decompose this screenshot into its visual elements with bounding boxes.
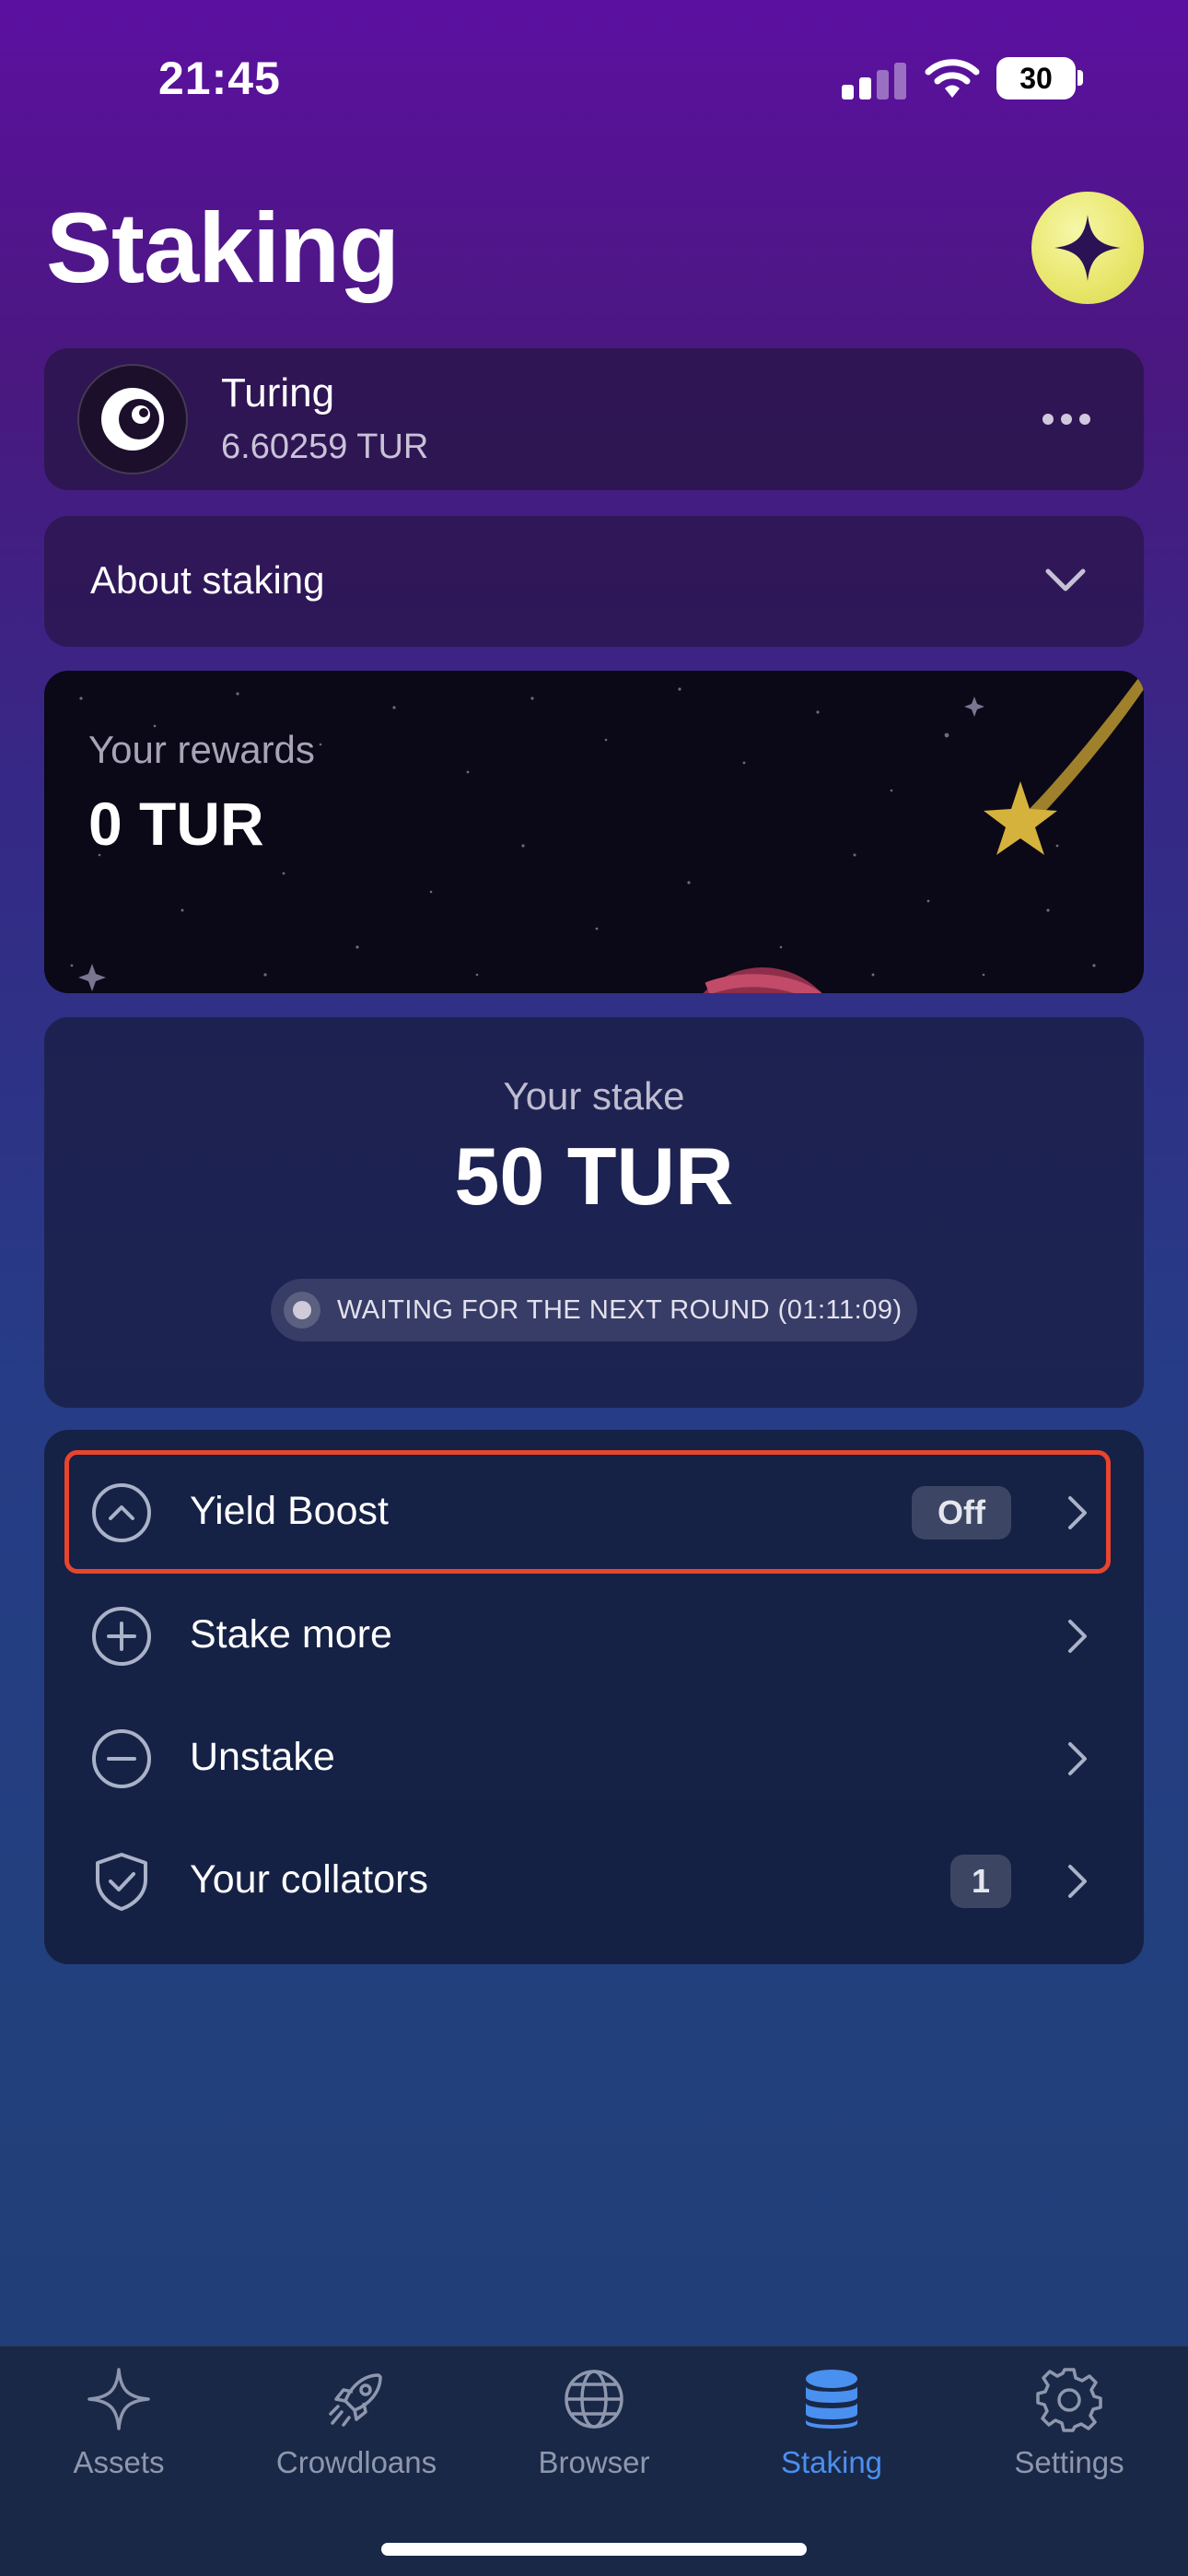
status-time: 21:45: [158, 53, 281, 104]
account-name: Turing: [221, 370, 335, 416]
tab-label: Assets: [73, 2445, 165, 2479]
yield-boost-row[interactable]: Yield Boost Off: [44, 1452, 1144, 1574]
tab-label: Crowdloans: [275, 2445, 437, 2479]
minus-circle-icon: [92, 1729, 151, 1788]
tab-browser[interactable]: Browser: [475, 2359, 713, 2488]
tab-settings[interactable]: Settings: [950, 2359, 1188, 2488]
tab-crowdloans[interactable]: Crowdloans: [238, 2359, 475, 2488]
stake-more-label: Stake more: [190, 1612, 392, 1657]
about-staking-label: About staking: [90, 558, 325, 602]
yield-boost-status-badge: Off: [912, 1486, 1011, 1540]
battery-level: 30: [996, 57, 1076, 100]
account-card[interactable]: [44, 348, 1144, 490]
chevron-right-icon: [1068, 1742, 1087, 1775]
page-title: Staking: [46, 192, 400, 303]
tab-label: Settings: [1014, 2445, 1124, 2479]
stake-more-row[interactable]: Stake more: [44, 1575, 1144, 1697]
collators-count-badge: 1: [950, 1855, 1011, 1908]
sparkle-icon: [1054, 215, 1121, 281]
cellular-signal-icon: [842, 61, 906, 100]
wifi-icon: [925, 57, 980, 100]
unstake-label: Unstake: [190, 1735, 335, 1779]
sparkle-icon: [87, 2368, 150, 2430]
shield-check-icon: [96, 1853, 147, 1911]
rewards-value: 0 TUR: [88, 790, 264, 858]
tab-label: Staking: [780, 2445, 883, 2479]
status-dot-icon: [284, 1292, 320, 1329]
rocket-icon: [329, 2373, 382, 2427]
database-icon: [806, 2370, 857, 2429]
sparkle-button[interactable]: [1031, 192, 1144, 304]
round-status-text: WAITING FOR THE NEXT ROUND (01:11:09): [337, 1294, 903, 1325]
yield-boost-label: Yield Boost: [190, 1489, 389, 1533]
globe-icon: [565, 2370, 623, 2429]
your-collators-row[interactable]: Your collators 1: [44, 1821, 1144, 1942]
tab-assets[interactable]: Assets: [0, 2359, 238, 2488]
plus-circle-icon: [92, 1607, 151, 1666]
account-balance: 6.60259 TUR: [221, 427, 429, 466]
more-options-icon[interactable]: [1042, 405, 1100, 433]
chevron-down-icon: [1042, 564, 1089, 597]
turing-logo-icon: [77, 364, 188, 474]
battery-icon: 30: [996, 57, 1085, 100]
chevron-right-icon: [1068, 1496, 1087, 1529]
tab-label: Browser: [538, 2445, 650, 2479]
chevron-right-icon: [1068, 1620, 1087, 1653]
stake-label: Your stake: [503, 1074, 685, 1118]
home-indicator: [381, 2543, 807, 2556]
rewards-label: Your rewards: [88, 728, 315, 771]
round-status-badge: WAITING FOR THE NEXT ROUND (01:11:09): [271, 1279, 917, 1341]
tab-staking[interactable]: Staking: [713, 2359, 950, 2488]
stake-value: 50 TUR: [454, 1130, 734, 1222]
gear-icon: [1036, 2368, 1102, 2432]
chevron-up-circle-icon: [92, 1483, 151, 1542]
your-collators-label: Your collators: [190, 1857, 428, 1902]
chevron-right-icon: [1068, 1865, 1087, 1898]
unstake-row[interactable]: Unstake: [44, 1698, 1144, 1820]
